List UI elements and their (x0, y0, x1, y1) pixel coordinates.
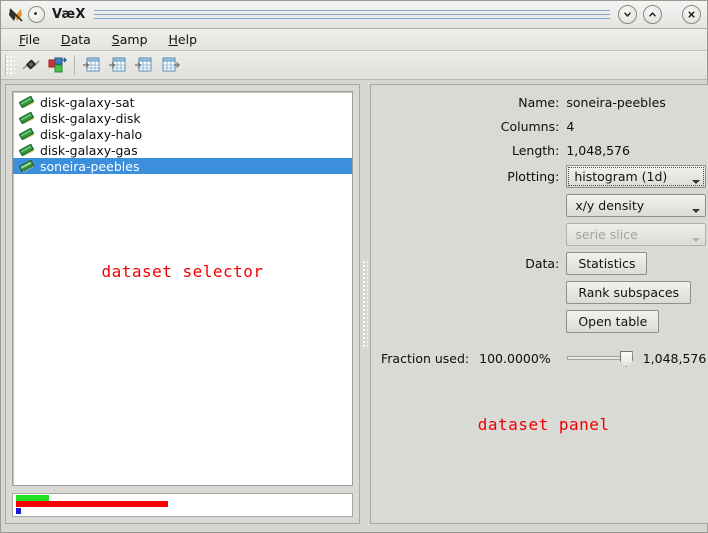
fraction-used-label: Fraction used: (381, 350, 470, 366)
chevron-down-icon (692, 209, 701, 213)
table-open-icon-3[interactable] (131, 53, 157, 77)
dataset-length-value: 1,048,576 (566, 142, 630, 158)
menu-rest-help: elp (177, 32, 198, 47)
list-item-label: disk-galaxy-gas (40, 142, 138, 158)
field-row-open-table: Open table (381, 310, 706, 333)
rank-subspaces-button[interactable]: Rank subspaces (566, 281, 692, 304)
toolbar-drag-grip[interactable] (5, 54, 15, 76)
dataset-info-form: Name: soneira-peebles Columns: 4 Length:… (381, 93, 707, 367)
menu-rest-data: ata (70, 32, 91, 47)
field-row-xy-density: x/y density (381, 194, 707, 217)
window-controls (618, 5, 701, 24)
menu-item-file[interactable]: File (9, 30, 51, 49)
field-row-rank-subspaces: Rank subspaces (381, 281, 706, 304)
maximize-button[interactable] (643, 5, 662, 24)
rank-subspaces-label: Rank subspaces (578, 285, 680, 300)
statistics-button[interactable]: Statistics (566, 252, 648, 275)
pane-splitter[interactable] (360, 84, 370, 524)
app-circle-icon (28, 6, 45, 23)
plotting-label: Plotting: (507, 169, 560, 184)
list-item-label: disk-galaxy-sat (40, 94, 135, 110)
content-area: disk-galaxy-sat disk-galaxy-disk disk-ga… (1, 80, 708, 528)
toolbar (1, 51, 707, 80)
dataset-length-label: Length: (511, 142, 560, 158)
vaex-x-logo-icon (7, 6, 25, 24)
main-window: VæX File Data Samp Help disk-galaxy-sat … (0, 0, 708, 533)
dataset-name-label: Name: (518, 94, 560, 110)
table-export-icon[interactable] (157, 53, 183, 77)
minimize-button[interactable] (618, 5, 637, 24)
connect-plug-icon[interactable] (18, 53, 44, 77)
dataset-selector-pane: disk-galaxy-sat disk-galaxy-disk disk-ga… (5, 84, 360, 524)
dataset-selector-annotation: dataset selector (101, 262, 264, 281)
open-table-button[interactable]: Open table (566, 310, 660, 333)
fraction-slider[interactable] (566, 349, 633, 367)
progress-area (12, 493, 353, 517)
field-row-length: Length: 1,048,576 (381, 141, 706, 159)
list-item-label: disk-galaxy-halo (40, 126, 143, 142)
menu-rest-file: ile (25, 32, 40, 47)
menu-item-data[interactable]: Data (51, 30, 102, 49)
list-item-selected[interactable]: soneira-peebles (13, 158, 352, 174)
memory-stick-icon (19, 143, 34, 157)
title-bar: VæX (1, 1, 707, 29)
window-title: VæX (52, 7, 86, 22)
list-item[interactable]: disk-galaxy-disk (13, 110, 352, 126)
statistics-label: Statistics (578, 256, 636, 271)
xy-density-button[interactable]: x/y density (566, 194, 707, 217)
memory-stick-icon (19, 159, 34, 173)
field-row-serie-slice: serie slice (381, 223, 707, 246)
splitter-grip[interactable] (362, 259, 368, 349)
field-row-plotting: Plotting: histogram (1d) (381, 165, 707, 188)
table-open-icon-2[interactable] (105, 53, 131, 77)
fraction-used-row: Fraction used: 100.0000% 1,048,576 (381, 349, 706, 367)
field-row-data: Data: Statistics (381, 252, 706, 275)
menu-bar: File Data Samp Help (1, 29, 707, 51)
dataset-list[interactable]: disk-galaxy-sat disk-galaxy-disk disk-ga… (12, 91, 353, 486)
list-item-label: disk-galaxy-disk (40, 110, 141, 126)
menu-item-help[interactable]: Help (159, 30, 209, 49)
xy-density-label: x/y density (575, 198, 645, 213)
table-open-icon-1[interactable] (79, 53, 105, 77)
memory-stick-icon (19, 95, 34, 109)
serie-slice-button: serie slice (566, 223, 707, 246)
chevron-down-icon (692, 180, 701, 184)
list-item[interactable]: disk-galaxy-halo (13, 126, 352, 142)
field-row-columns: Columns: 4 (381, 117, 706, 135)
dataset-panel-annotation: dataset panel (477, 415, 610, 434)
list-item-label: soneira-peebles (40, 158, 140, 174)
dataset-panel: Name: soneira-peebles Columns: 4 Length:… (370, 84, 708, 524)
menu-item-samp[interactable]: Samp (102, 30, 159, 49)
menu-mnemonic-samp: S (111, 32, 120, 47)
dataset-name-value: soneira-peebles (566, 94, 666, 110)
histogram-1d-button[interactable]: histogram (1d) (566, 165, 707, 188)
memory-stick-icon (19, 127, 34, 141)
toolbar-separator (74, 55, 75, 75)
fraction-used-count: 1,048,576 (642, 350, 707, 366)
data-label: Data: (525, 256, 560, 271)
list-item[interactable]: disk-galaxy-gas (13, 142, 352, 158)
open-table-label: Open table (578, 314, 648, 329)
progress-bar-blue (16, 508, 21, 514)
field-row-name: Name: soneira-peebles (381, 93, 706, 111)
progress-bar-red (16, 501, 168, 507)
serie-slice-label: serie slice (575, 227, 638, 242)
close-button[interactable] (682, 5, 701, 24)
status-bar (1, 528, 707, 532)
menu-mnemonic-help: H (168, 32, 178, 47)
dataset-columns-label: Columns: (500, 118, 560, 134)
menu-mnemonic-data: D (60, 32, 71, 47)
memory-stick-icon (19, 111, 34, 125)
chevron-down-icon (692, 238, 701, 242)
fraction-used-percent: 100.0000% (479, 350, 551, 366)
histogram-1d-label: histogram (1d) (574, 169, 668, 184)
import-blocks-icon[interactable] (44, 53, 70, 77)
list-item[interactable]: disk-galaxy-sat (13, 94, 352, 110)
menu-rest-samp: amp (119, 32, 148, 47)
dataset-columns-value: 4 (566, 118, 575, 134)
title-decoration-lines (93, 7, 610, 23)
slider-handle[interactable] (619, 351, 633, 367)
